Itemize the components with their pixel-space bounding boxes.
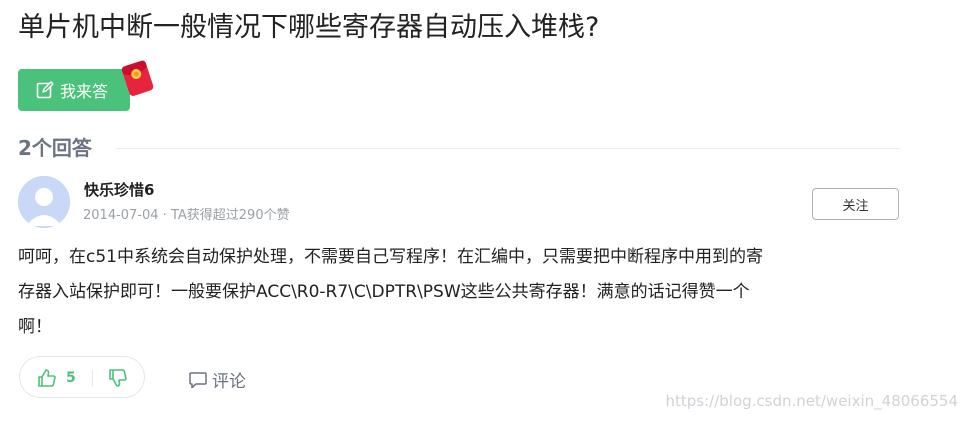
thumbs-down-icon[interactable]	[108, 367, 128, 389]
red-packet-icon[interactable]	[118, 56, 156, 98]
comment-icon	[189, 371, 207, 388]
comment-button[interactable]: 评论	[188, 367, 246, 392]
heading-divider	[116, 148, 900, 149]
watermark: https://blog.csdn.net/weixin_48066554	[665, 392, 958, 410]
default-avatar-icon	[18, 176, 70, 228]
avatar[interactable]	[18, 176, 70, 228]
comment-label: 评论	[212, 372, 246, 392]
answer-button[interactable]: 我来答	[18, 69, 130, 111]
answer-line: 啊！	[18, 317, 52, 337]
upvote-button[interactable]: 5	[37, 367, 76, 389]
answer-line: 呵呵，在c51中系统会自动保护处理，不需要自己写程序！在汇编中，只需要把中断程序…	[18, 247, 763, 267]
follow-button[interactable]: 关注	[812, 188, 899, 220]
answer-body: 呵呵，在c51中系统会自动保护处理，不需要自己写程序！在汇编中，只需要把中断程序…	[18, 240, 898, 345]
thumbs-up-icon	[38, 369, 56, 387]
answers-count-heading: 2个回答	[18, 136, 92, 160]
answer-line: 存器入站保护即可！一般要保护ACC\R0-R7\C\DPTR\PSW这些公共寄存…	[18, 282, 750, 302]
question-title: 单片机中断一般情况下哪些寄存器自动压入堆栈?	[18, 12, 600, 43]
vote-box: 5	[19, 356, 145, 398]
upvote-count: 5	[66, 370, 76, 386]
edit-icon	[36, 81, 54, 99]
answer-button-label: 我来答	[60, 82, 109, 101]
author-meta: 2014-07-04 · TA获得超过290个赞	[83, 208, 290, 223]
author-name[interactable]: 快乐珍惜6	[84, 180, 154, 200]
vote-divider	[92, 370, 93, 386]
